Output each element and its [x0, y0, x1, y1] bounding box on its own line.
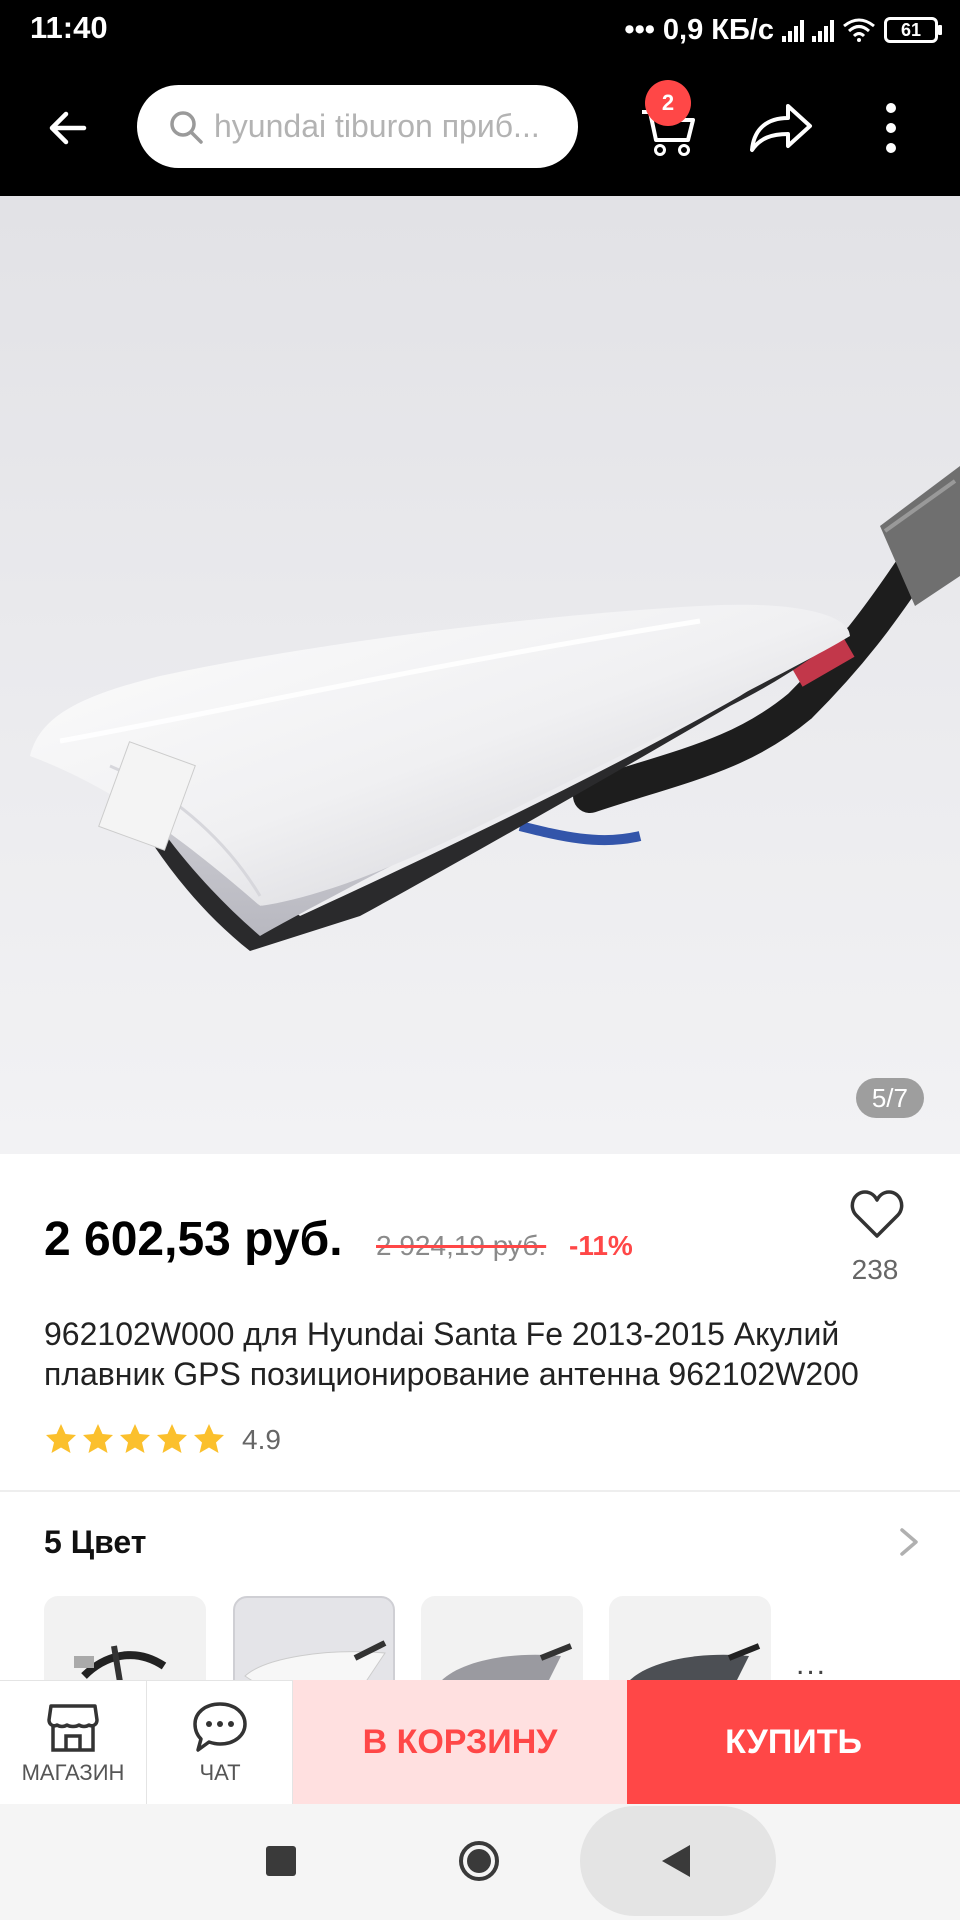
store-icon	[47, 1704, 99, 1752]
chevron-right-icon[interactable]	[896, 1526, 922, 1558]
cart-count-badge: 2	[645, 80, 691, 126]
star-icon	[194, 1424, 224, 1453]
back-arrow-icon[interactable]	[44, 104, 92, 152]
star-icon	[46, 1424, 76, 1453]
nav-back-icon[interactable]	[660, 1843, 692, 1879]
star-icon	[157, 1424, 187, 1453]
search-icon	[170, 110, 203, 144]
shark-fin-antenna-image	[0, 196, 960, 1154]
chat-tab[interactable]: ЧАТ	[147, 1680, 293, 1804]
chat-icon	[193, 1702, 247, 1752]
home-icon[interactable]	[457, 1839, 501, 1883]
star-icon	[83, 1424, 113, 1453]
signal-icon-2	[812, 18, 834, 42]
store-tab-label: МАГАЗИН	[21, 1760, 125, 1785]
share-icon[interactable]	[748, 96, 814, 156]
store-tab[interactable]: МАГАЗИН	[0, 1680, 146, 1804]
current-price: 2 602,53 руб.	[44, 1213, 343, 1266]
divider	[0, 1490, 960, 1492]
buy-now-button[interactable]: КУПИТЬ	[627, 1680, 960, 1804]
search-input[interactable]: hyundai tiburon приб...	[137, 85, 578, 168]
image-counter: 5/7	[855, 1078, 924, 1118]
wishlist-count: 238	[851, 1254, 899, 1285]
status-icons: ••• 0,9 КБ/с 61	[624, 10, 942, 50]
battery-icon: 61	[884, 17, 942, 43]
product-title: 962102W000 для Hyundai Santa Fe 2013-201…	[44, 1316, 859, 1392]
product-image[interactable]	[0, 196, 960, 1154]
chat-tab-label: ЧАТ	[199, 1760, 241, 1785]
network-speed: 0,9 КБ/с	[662, 13, 774, 46]
recents-icon[interactable]	[266, 1846, 296, 1876]
rating-value: 4.9	[242, 1424, 281, 1455]
status-time: 11:40	[30, 10, 108, 45]
wifi-icon	[843, 18, 875, 42]
discount-badge: -11%	[569, 1230, 633, 1261]
add-to-cart-button[interactable]: В КОРЗИНУ	[293, 1680, 627, 1804]
color-section-title[interactable]: 5 Цвет	[44, 1524, 146, 1561]
old-price: 2 924,19 руб.	[376, 1230, 547, 1261]
signal-icon	[782, 18, 804, 42]
more-colors-indicator[interactable]: ...	[796, 1648, 827, 1682]
more-icon[interactable]	[880, 100, 902, 156]
rating-stars	[44, 1422, 226, 1456]
star-icon	[120, 1424, 150, 1453]
dots-icon: •••	[624, 13, 655, 46]
search-query: hyundai tiburon приб...	[214, 108, 540, 144]
wishlist-heart-icon[interactable]	[850, 1188, 904, 1240]
